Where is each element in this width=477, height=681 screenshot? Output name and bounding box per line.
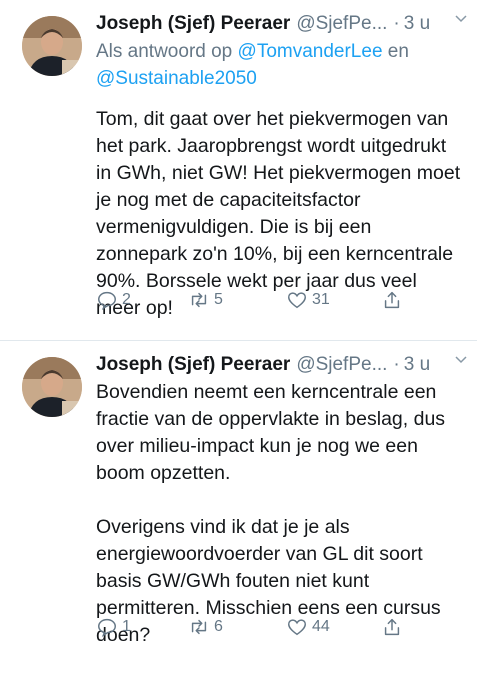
share-icon — [384, 291, 400, 309]
reply-icon — [98, 618, 116, 637]
avatar[interactable] — [22, 16, 82, 76]
like-count: 44 — [312, 618, 330, 635]
separator-dot: · — [393, 13, 400, 34]
timestamp[interactable]: 3 u — [404, 10, 430, 38]
author-handle[interactable]: @SjefPe... — [296, 10, 387, 38]
tweet[interactable]: Joseph (Sjef) Peeraer @SjefPe... · 3 u A… — [0, 0, 477, 341]
share-button[interactable] — [381, 289, 403, 311]
reply-context: Als antwoord op @TomvanderLee en @Sustai… — [96, 38, 463, 92]
retweet-button[interactable]: 6 — [188, 616, 223, 638]
timestamp[interactable]: 3 u — [404, 351, 430, 379]
retweet-icon — [191, 292, 207, 308]
reply-button[interactable]: 2 — [96, 289, 131, 311]
like-button[interactable]: 31 — [286, 289, 330, 311]
reply-and: en — [387, 41, 409, 62]
share-button[interactable] — [381, 616, 403, 638]
avatar[interactable] — [22, 357, 82, 417]
chevron-down-icon[interactable] — [453, 10, 469, 26]
mention-link[interactable]: @TomvanderLee — [238, 41, 383, 62]
like-count: 31 — [312, 291, 330, 308]
author-name[interactable]: Joseph (Sjef) Peeraer — [96, 351, 290, 379]
tweet-text: Bovendien neemt een kerncentrale een fra… — [96, 381, 446, 646]
tweet-text: Tom, dit gaat over het piekvermogen van … — [96, 108, 466, 319]
reply-button[interactable]: 1 — [96, 616, 131, 638]
retweet-button[interactable]: 5 — [188, 289, 223, 311]
reply-prefix: Als antwoord op — [96, 41, 233, 62]
reply-count: 1 — [122, 618, 131, 635]
tweet[interactable]: Joseph (Sjef) Peeraer @SjefPe... · 3 u B… — [0, 340, 477, 681]
retweet-count: 6 — [214, 618, 223, 635]
mention-link[interactable]: @Sustainable2050 — [96, 68, 257, 89]
author-handle[interactable]: @SjefPe... — [296, 351, 387, 379]
reply-count: 2 — [122, 291, 131, 308]
reply-icon — [98, 291, 116, 310]
retweet-count: 5 — [214, 291, 223, 308]
like-button[interactable]: 44 — [286, 616, 330, 638]
heart-icon — [288, 292, 306, 309]
share-icon — [384, 618, 400, 636]
chevron-down-icon[interactable] — [453, 351, 469, 367]
heart-icon — [288, 619, 306, 636]
separator-dot: · — [393, 354, 400, 375]
author-name[interactable]: Joseph (Sjef) Peeraer — [96, 10, 290, 38]
retweet-icon — [191, 619, 207, 635]
